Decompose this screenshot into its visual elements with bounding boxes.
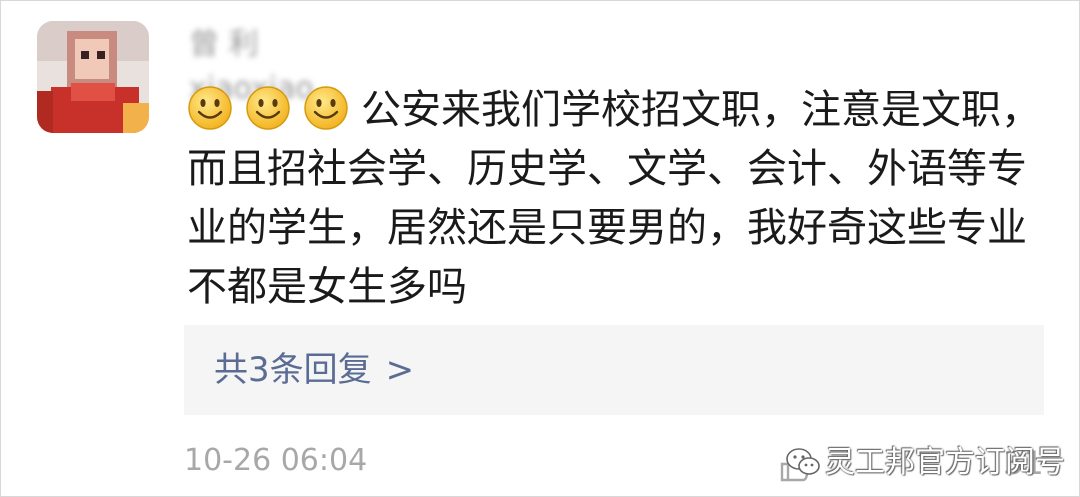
avatar[interactable] <box>37 21 149 133</box>
comment-card: 曾 利 xiaoxiao 公安来我们学校招文职，注意是文职，而且招社会学、历史学… <box>0 0 1080 497</box>
comment-body: 公安来我们学校招文职，注意是文职，而且招社会学、历史学、文学、会计、外语等专业的… <box>187 81 1047 317</box>
comment-timestamp: 10-26 06:04 <box>184 443 368 478</box>
watermark-text: 灵工邦官方订阅号 <box>825 445 1065 480</box>
username[interactable]: 曾 利 xiaoxiao <box>189 23 369 106</box>
like-area[interactable]: 31 灵工邦官方订阅号 <box>777 441 1065 485</box>
smile-emoji-icon <box>246 86 290 130</box>
chevron-right-icon: > <box>385 350 415 390</box>
smile-emoji-icon <box>304 86 348 130</box>
wechat-icon <box>786 448 820 475</box>
replies-label: 共3条回复 <box>214 350 372 390</box>
avatar-image <box>37 21 149 133</box>
replies-panel[interactable]: 共3条回复 > <box>184 325 1044 415</box>
view-replies-link[interactable]: 共3条回复 > <box>214 347 414 393</box>
smile-emoji-icon <box>188 86 232 130</box>
watermark: 灵工邦官方订阅号 <box>777 441 1065 485</box>
